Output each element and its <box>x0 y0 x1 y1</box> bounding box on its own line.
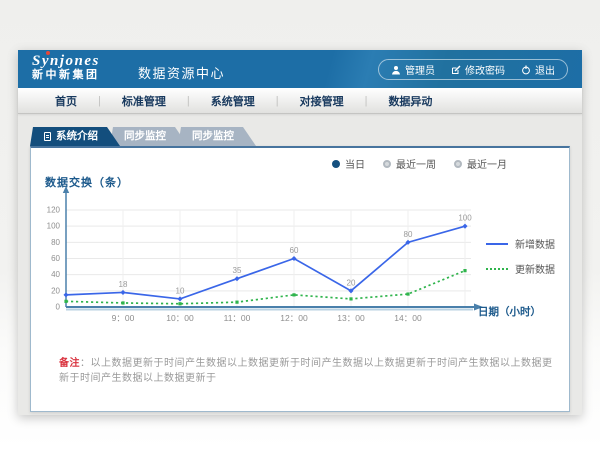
svg-text:13：00: 13：00 <box>337 313 365 323</box>
svg-text:40: 40 <box>51 270 60 279</box>
user-icon <box>391 65 401 75</box>
chart-legend: 新增数据 更新数据 <box>486 236 555 286</box>
radio-today[interactable]: 当日 <box>332 156 365 171</box>
svg-text:12：00: 12：00 <box>280 313 308 323</box>
document-icon <box>44 132 51 141</box>
svg-text:120: 120 <box>47 206 61 215</box>
change-password-button[interactable]: 修改密码 <box>451 62 505 77</box>
radio-last-week[interactable]: 最近一周 <box>383 156 436 171</box>
nav-item-system-mgmt[interactable]: 系统管理 <box>190 93 276 109</box>
svg-text:100: 100 <box>458 214 472 223</box>
nav-item-home[interactable]: 首页 <box>34 93 98 109</box>
svg-text:9：00: 9：00 <box>112 313 135 323</box>
admin-user-button[interactable]: 管理员 <box>391 62 435 77</box>
solid-line-icon <box>486 243 508 245</box>
svg-text:11：00: 11：00 <box>224 313 251 323</box>
radio-unselected-icon <box>454 160 462 168</box>
radio-selected-icon <box>332 160 340 168</box>
dotted-line-icon <box>486 268 508 270</box>
svg-text:10：00: 10：00 <box>166 313 194 323</box>
svg-text:20: 20 <box>51 286 60 295</box>
note-text: ：以上数据更新于时间产生数据以上数据更新于时间产生数据以上数据更新于时间产生数据… <box>59 358 553 384</box>
svg-text:日期（小时）: 日期（小时） <box>478 305 541 318</box>
page-title: 数据资源中心 <box>138 63 225 82</box>
content-panel: 当日 最近一周 最近一月 数据交换（条） 0204060801001209：00… <box>30 146 570 412</box>
svg-text:35: 35 <box>233 266 242 275</box>
logo-text-en: Synjones <box>32 53 100 70</box>
nav-item-standard-mgmt[interactable]: 标准管理 <box>101 93 187 109</box>
svg-text:20: 20 <box>347 278 356 287</box>
logout-button[interactable]: 退出 <box>521 62 555 77</box>
tab-sync-monitor-1[interactable]: 同步监控 <box>110 127 188 146</box>
tab-system-intro[interactable]: 系统介绍 <box>30 127 120 146</box>
company-logo[interactable]: Synjones 新中新集团 <box>32 53 100 82</box>
logo-text-cn: 新中新集团 <box>32 70 100 82</box>
page: { "header": { "logo_line1": "Synjones", … <box>0 0 600 450</box>
radio-unselected-icon <box>383 160 391 168</box>
svg-text:0: 0 <box>56 303 61 312</box>
app-header: Synjones 新中新集团 数据资源中心 管理员 修改密码 <box>18 50 582 88</box>
svg-text:10: 10 <box>176 286 185 295</box>
radio-last-month[interactable]: 最近一月 <box>454 156 507 171</box>
svg-text:60: 60 <box>290 246 299 255</box>
svg-text:14：00: 14：00 <box>394 313 422 323</box>
svg-text:80: 80 <box>404 230 413 239</box>
legend-item-new-data[interactable]: 新增数据 <box>486 236 555 251</box>
power-icon <box>521 65 531 75</box>
logo-red-dot-icon <box>46 51 50 55</box>
svg-text:80: 80 <box>51 238 60 247</box>
main-nav: 首页 | 标准管理 | 系统管理 | 对接管理 | 数据异动 <box>18 88 582 114</box>
svg-text:18: 18 <box>119 280 128 289</box>
tab-sync-monitor-2[interactable]: 同步监控 <box>178 127 256 146</box>
tab-bar: 系统介绍 同步监控 同步监控 <box>30 127 256 146</box>
svg-text:60: 60 <box>51 254 60 263</box>
svg-text:100: 100 <box>47 222 61 231</box>
note-label: 备注 <box>59 358 80 369</box>
nav-item-data-change[interactable]: 数据异动 <box>367 93 453 109</box>
time-range-filter: 当日 最近一周 最近一月 <box>332 156 507 171</box>
edit-icon <box>451 65 461 75</box>
footer-note: 备注：以上数据更新于时间产生数据以上数据更新于时间产生数据以上数据更新于时间产生… <box>59 354 555 384</box>
nav-item-interface-mgmt[interactable]: 对接管理 <box>279 93 365 109</box>
user-menu: 管理员 修改密码 退出 <box>378 59 568 80</box>
app-window: Synjones 新中新集团 数据资源中心 管理员 修改密码 <box>18 50 582 415</box>
legend-item-update-data[interactable]: 更新数据 <box>486 261 555 276</box>
